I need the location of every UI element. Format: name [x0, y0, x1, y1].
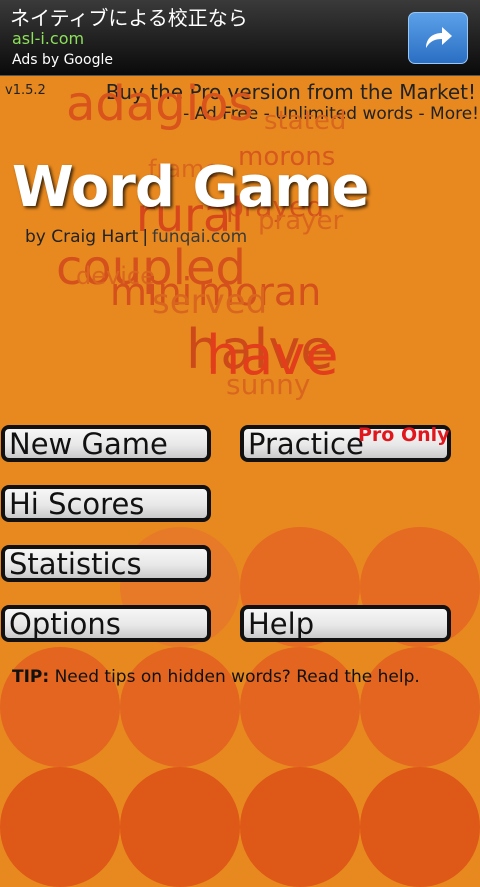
version-label: v1.5.2: [5, 83, 46, 98]
decor-circle: [0, 767, 120, 887]
decor-circle: [240, 647, 360, 767]
decor-circle: [0, 647, 120, 767]
decor-circle: [120, 647, 240, 767]
cloud-word: stated: [264, 106, 347, 136]
site-link[interactable]: funqai.com: [152, 227, 247, 247]
decor-circle: [240, 767, 360, 887]
tip-label: TIP:: [12, 667, 50, 687]
tip-message: Need tips on hidden words? Read the help…: [54, 667, 420, 687]
byline: by Craig Hart | funqai.com: [25, 227, 247, 247]
options-button[interactable]: Options: [1, 605, 211, 642]
decor-circle: [360, 767, 480, 887]
hi-scores-button[interactable]: Hi Scores: [1, 485, 211, 522]
pro-only-badge: Pro Only: [358, 424, 450, 446]
ad-url[interactable]: asl-i.com: [12, 29, 84, 48]
share-arrow-icon: [426, 27, 452, 48]
new-game-button[interactable]: New Game: [1, 425, 211, 462]
cloud-word: sunny: [226, 368, 311, 401]
decor-circle: [120, 767, 240, 887]
ad-title[interactable]: ネイティブによる校正なら: [10, 2, 248, 31]
app-title: Word Game: [12, 155, 370, 220]
ad-open-button[interactable]: [408, 12, 468, 64]
help-button[interactable]: Help: [240, 605, 451, 642]
byline-separator: |: [142, 227, 149, 247]
decor-circle: [360, 647, 480, 767]
statistics-button[interactable]: Statistics: [1, 545, 211, 582]
ad-banner[interactable]: ネイティブによる校正なら asl-i.com Ads by Google: [0, 0, 480, 76]
ad-attribution: Ads by Google: [12, 52, 113, 68]
tip-text: TIP: Need tips on hidden words? Read the…: [12, 667, 420, 687]
cloud-word: served: [152, 282, 268, 322]
cloud-word: adagios: [66, 76, 254, 132]
author-name: by Craig Hart: [25, 227, 139, 247]
